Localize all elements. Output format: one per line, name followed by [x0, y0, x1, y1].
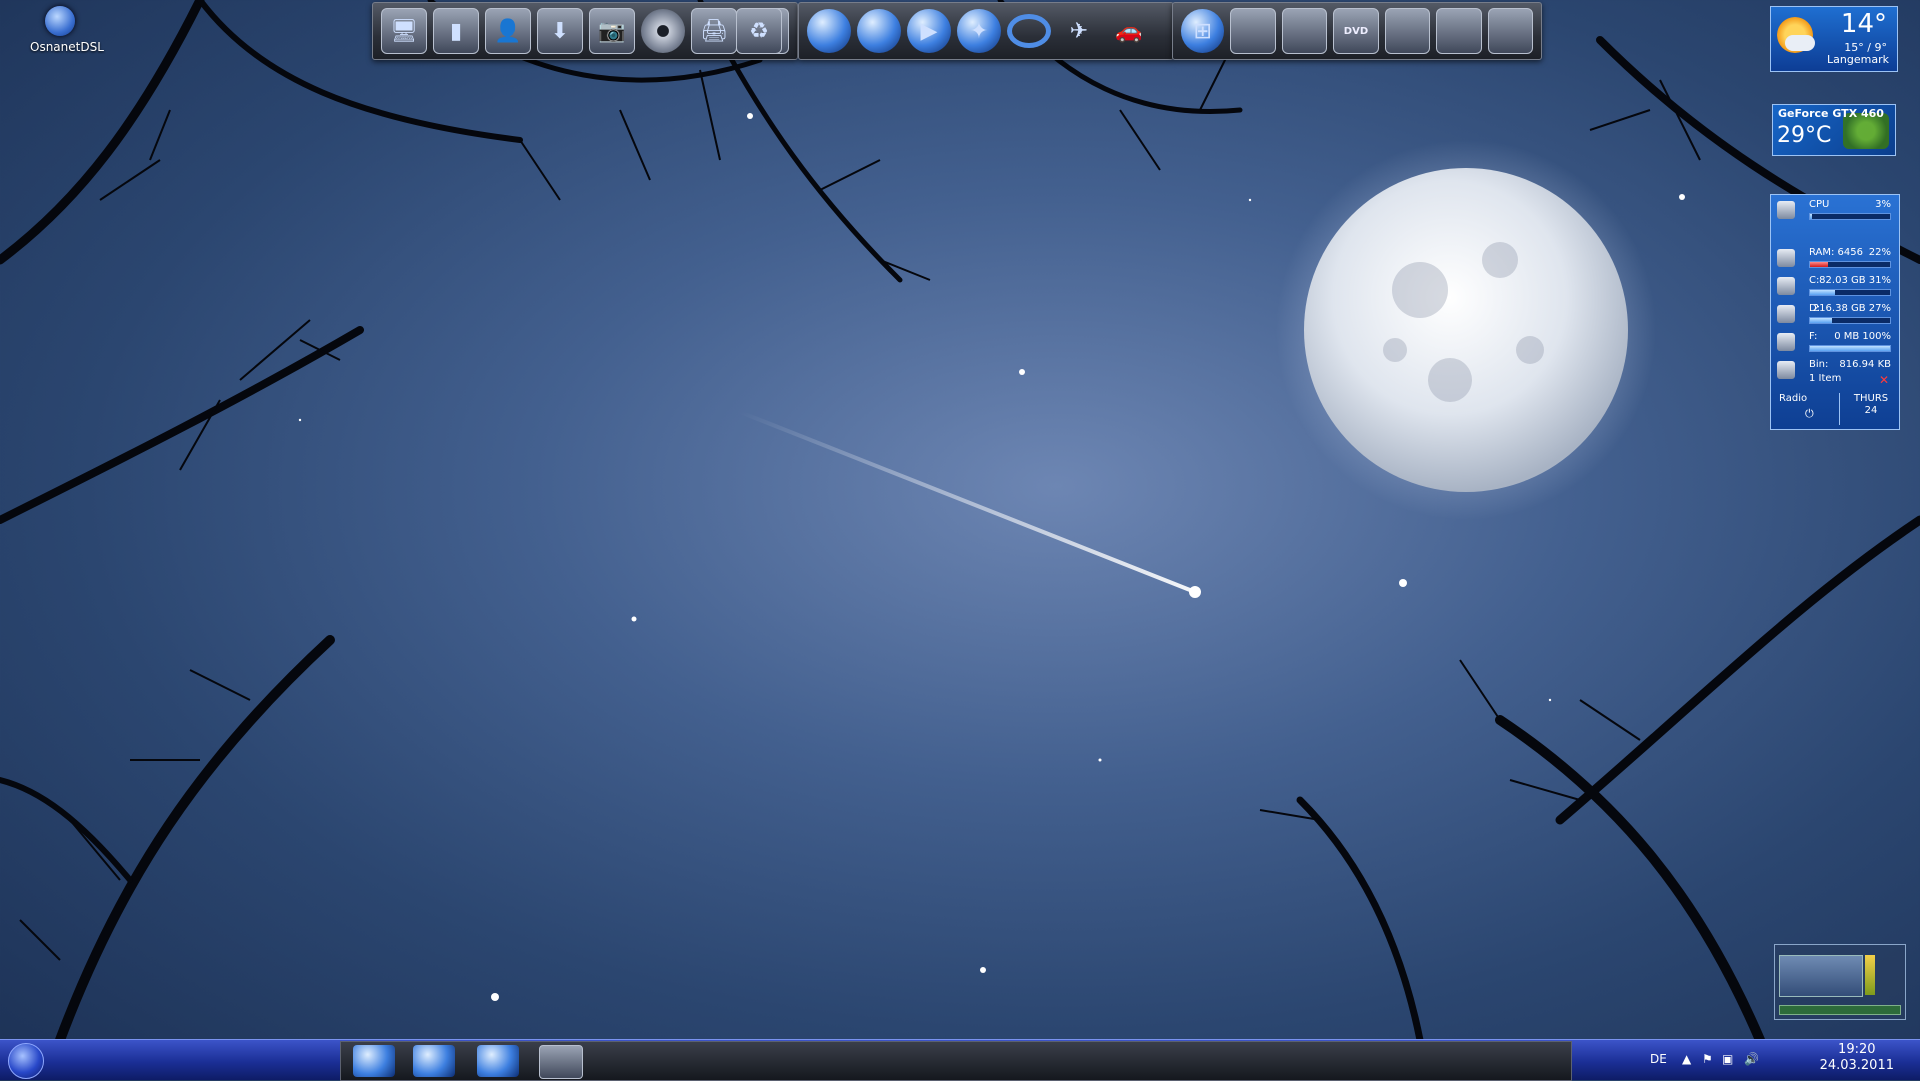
- browser-icon[interactable]: [353, 1045, 395, 1077]
- disc-icon[interactable]: [641, 9, 685, 53]
- desktop-shortcut-osnanetdsl[interactable]: OsnanetDSL: [30, 6, 104, 54]
- start-button[interactable]: [8, 1043, 44, 1079]
- drive-icon[interactable]: [1230, 8, 1276, 54]
- cpu-bar: [1809, 213, 1891, 220]
- bluray-icon[interactable]: [1436, 8, 1482, 54]
- calendar-day: THURS: [1853, 393, 1889, 404]
- browser-icon[interactable]: [807, 9, 851, 53]
- system-monitor-widget[interactable]: CPU 3% RAM: 6456 22% C: 82.03 GB 31% D: …: [1770, 194, 1900, 430]
- gpu-widget[interactable]: GeForce GTX 460 29°C: [1772, 104, 1896, 156]
- car-icon[interactable]: 🚗: [1107, 9, 1151, 53]
- dock-drives: ⊞ DVD: [1172, 2, 1542, 60]
- divider: [1839, 393, 1840, 425]
- ram-bar: [1809, 261, 1891, 268]
- hard-drive-icon: [1777, 305, 1795, 323]
- gpu-temp: 29°C: [1777, 123, 1832, 148]
- radio-play-icon[interactable]: ⏻: [1805, 407, 1814, 421]
- network-tray-icon[interactable]: ▣: [1722, 1052, 1733, 1066]
- language-indicator[interactable]: DE: [1650, 1052, 1667, 1066]
- desktop-icon[interactable]: [539, 1045, 583, 1079]
- ram-icon: [1777, 249, 1795, 267]
- preview-progress: [1779, 1005, 1901, 1015]
- printer-icon[interactable]: 🖨: [691, 8, 737, 54]
- shooting-star: [738, 410, 1197, 594]
- radio-label[interactable]: Radio: [1779, 393, 1807, 404]
- bin-items: 1 Item: [1809, 373, 1842, 384]
- media-player-icon[interactable]: ▶: [907, 9, 951, 53]
- task-list: [340, 1041, 1572, 1081]
- optical-drive-icon: [1777, 333, 1795, 351]
- system-clock[interactable]: 19:20 24.03.2011: [1820, 1042, 1894, 1074]
- tree-silhouettes: [0, 0, 1920, 1045]
- windows-icon[interactable]: ⊞: [1181, 9, 1225, 53]
- drive-d-row: D: 216.38 GB 27%: [1775, 303, 1895, 329]
- globe-icon[interactable]: [857, 9, 901, 53]
- calendar-date: 24: [1864, 405, 1878, 416]
- action-center-flag-icon[interactable]: ⚑: [1702, 1052, 1713, 1066]
- moon: [1304, 168, 1628, 492]
- clock-time: 19:20: [1838, 1042, 1876, 1057]
- drive-c-row: C: 82.03 GB 31%: [1775, 275, 1895, 301]
- gpu-name: GeForce GTX 460: [1778, 107, 1884, 120]
- dock-system: 🖥 ▮ 👤 ⬇ 📷 🖨 🖧: [372, 2, 798, 60]
- ring-icon[interactable]: [1007, 14, 1051, 48]
- weather-city: Langemark: [1827, 53, 1889, 66]
- user-icon[interactable]: 👤: [485, 8, 531, 54]
- desktop-shortcut-label: OsnanetDSL: [30, 40, 104, 54]
- drive-d-bar: [1809, 317, 1891, 324]
- network-connection-icon: [45, 6, 75, 36]
- ram-row: RAM: 6456 22%: [1775, 247, 1895, 273]
- volume-icon[interactable]: 🔊: [1744, 1052, 1759, 1066]
- recycle-bin-icon: [1777, 361, 1795, 379]
- download-icon[interactable]: ⬇: [537, 8, 583, 54]
- hard-drive-icon: [1777, 277, 1795, 295]
- widget-footer: Radio ⏻ THURS 24: [1775, 393, 1895, 425]
- drive-c-bar: [1809, 289, 1891, 296]
- computer-icon[interactable]: 🖥: [381, 8, 427, 54]
- globe-icon[interactable]: [413, 1045, 455, 1077]
- camera-icon[interactable]: 📷: [589, 8, 635, 54]
- desktop-preview-widget[interactable]: [1774, 944, 1906, 1020]
- media-player-icon[interactable]: [477, 1045, 519, 1077]
- weather-temp: 14°: [1840, 9, 1887, 39]
- taskbar: DE ▲ ⚑ ▣ 🔊 19:20 24.03.2011: [0, 1039, 1920, 1081]
- drive-f-bar: [1809, 345, 1891, 352]
- drive-icon[interactable]: [1384, 8, 1431, 54]
- weather-widget[interactable]: 14° 15° / 9° Langemark: [1770, 6, 1898, 72]
- preview-screen: [1779, 955, 1863, 997]
- desktop-wallpaper: [0, 0, 1920, 1045]
- bluray-icon[interactable]: [1487, 8, 1533, 54]
- folder-icon[interactable]: ▮: [433, 8, 479, 54]
- level-meter: [1865, 955, 1875, 995]
- clock-icon[interactable]: ✦: [957, 9, 1001, 53]
- dock-apps: ▶ ✦ ✈ 🚗: [798, 2, 1174, 60]
- recycle-bin-icon[interactable]: ♻: [736, 8, 782, 54]
- recycle-bin-row[interactable]: Bin: 816.94 KB 1 Item ✕: [1775, 359, 1895, 389]
- starfighter-icon[interactable]: ✈: [1057, 9, 1101, 53]
- drive-icon[interactable]: [1281, 8, 1328, 54]
- cpu-row: CPU 3%: [1775, 199, 1895, 225]
- empty-bin-icon[interactable]: ✕: [1879, 373, 1889, 387]
- dvd-icon[interactable]: DVD: [1333, 8, 1379, 54]
- drive-f-row: F: 0 MB 100%: [1775, 331, 1895, 357]
- clock-date: 24.03.2011: [1819, 1058, 1894, 1073]
- cpu-icon: [1777, 201, 1795, 219]
- show-hidden-icons-icon[interactable]: ▲: [1682, 1052, 1691, 1066]
- cloud-icon: [1785, 35, 1815, 51]
